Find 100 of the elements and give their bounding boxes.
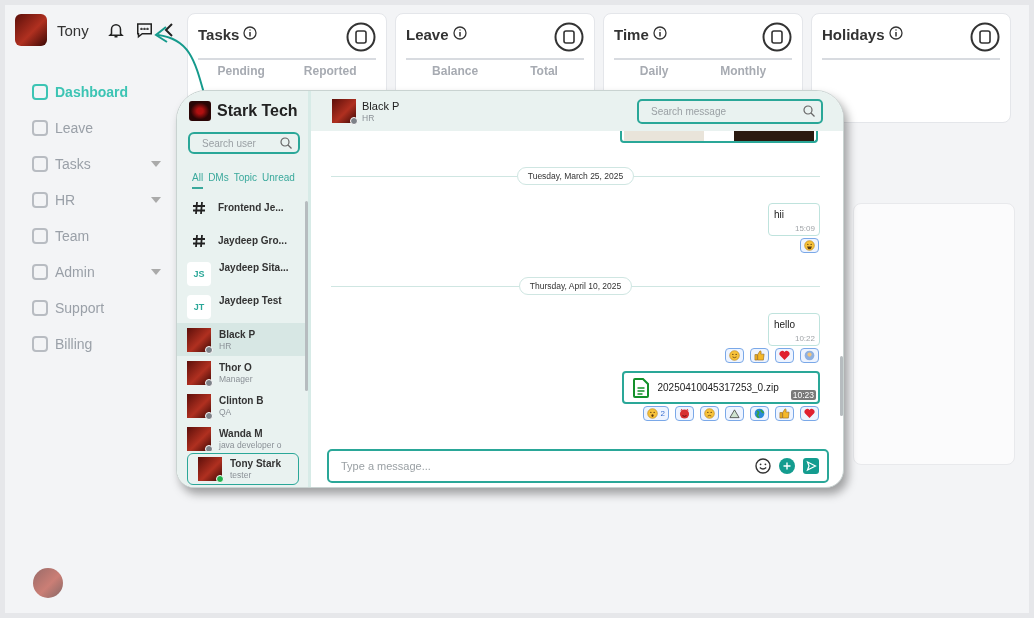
contact-name: Wanda M bbox=[219, 427, 264, 439]
nav-icon bbox=[31, 119, 49, 137]
thumbs-up-icon bbox=[779, 408, 790, 419]
contact-name: Jaydeep Test bbox=[219, 295, 282, 306]
chevron-left-icon[interactable] bbox=[163, 23, 174, 37]
current-user-card[interactable]: Tony Stark tester bbox=[187, 453, 299, 485]
contact-item[interactable]: Black P HR bbox=[177, 323, 305, 356]
conversation-role: HR bbox=[362, 112, 376, 123]
card-icon bbox=[346, 22, 376, 52]
workspace-name: Stark Tech bbox=[217, 102, 298, 120]
contact-role: Manager bbox=[219, 373, 253, 384]
contact-item[interactable]: Clinton B QA bbox=[177, 389, 305, 422]
user-name: Tony bbox=[57, 21, 89, 39]
info-icon[interactable] bbox=[888, 26, 903, 40]
column-label: Monthly bbox=[720, 64, 767, 78]
mountain-icon bbox=[729, 408, 740, 419]
nav-item[interactable]: Team bbox=[31, 223, 161, 249]
message-time: 10:23 bbox=[790, 390, 816, 400]
card-title: Time bbox=[614, 26, 649, 43]
filter-tab[interactable]: Topic bbox=[233, 172, 258, 189]
message-bubble[interactable]: hello 10:22 bbox=[768, 313, 820, 346]
emoji-icon bbox=[704, 408, 715, 419]
nav-item[interactable]: Billing bbox=[31, 331, 161, 357]
contact-item[interactable]: Jaydeep Gro... bbox=[177, 224, 305, 257]
nav-icon bbox=[31, 263, 49, 281]
reaction-chip[interactable] bbox=[775, 348, 794, 363]
bell-icon[interactable] bbox=[106, 21, 125, 39]
info-icon[interactable] bbox=[652, 26, 667, 40]
nav-item[interactable]: Admin bbox=[31, 259, 161, 285]
contact-name: Black P bbox=[219, 328, 256, 340]
nav-item[interactable]: HR bbox=[31, 187, 161, 213]
nav-icon bbox=[31, 191, 49, 209]
avatar-photo bbox=[33, 568, 63, 598]
message-bubble[interactable]: hii 15:09 bbox=[768, 203, 820, 236]
search-field[interactable]: Search message bbox=[637, 98, 823, 124]
heart-icon bbox=[779, 350, 790, 361]
card-title: Tasks bbox=[198, 26, 240, 43]
contact-role: java developer o bbox=[219, 439, 282, 450]
nav-item[interactable]: Tasks bbox=[31, 151, 161, 177]
globe-icon bbox=[754, 408, 765, 419]
send-icon[interactable] bbox=[803, 458, 819, 474]
nav-icon bbox=[31, 83, 49, 101]
reaction-chip[interactable] bbox=[800, 406, 819, 421]
image-message[interactable] bbox=[620, 131, 818, 143]
info-icon[interactable] bbox=[452, 26, 467, 40]
reaction-chip[interactable] bbox=[800, 238, 819, 253]
chat-icon[interactable] bbox=[134, 21, 154, 39]
emoji-icon bbox=[679, 408, 690, 419]
user-role: tester bbox=[230, 470, 253, 480]
card-title: Holidays bbox=[822, 26, 885, 43]
emoji-icon bbox=[646, 408, 658, 419]
message-text: hii bbox=[774, 209, 785, 220]
scrollbar-thumb[interactable] bbox=[305, 201, 308, 391]
thumbs-up-icon bbox=[754, 350, 765, 361]
message-text: hello bbox=[774, 319, 797, 330]
filter-tab[interactable]: Unread bbox=[262, 172, 295, 189]
info-icon[interactable] bbox=[243, 26, 258, 40]
hash-icon bbox=[192, 233, 206, 248]
contact-name: Frontend Je... bbox=[218, 202, 284, 213]
nav-item[interactable]: Leave bbox=[31, 115, 161, 141]
reaction-chip[interactable]: 2 bbox=[642, 406, 669, 421]
contact-item[interactable]: Thor O Manager bbox=[177, 356, 305, 389]
search-icon[interactable] bbox=[280, 137, 292, 149]
card-icon bbox=[554, 22, 584, 52]
contact-role: QA bbox=[219, 406, 233, 417]
emoji-icon bbox=[804, 240, 815, 251]
add-icon[interactable] bbox=[779, 458, 795, 474]
contact-item[interactable]: JT Jaydeep Test bbox=[177, 290, 305, 323]
contact-item[interactable]: JS Jaydeep Sita... bbox=[177, 257, 305, 290]
emoji-icon[interactable] bbox=[755, 458, 771, 474]
reaction-chip[interactable] bbox=[750, 406, 769, 421]
search-field[interactable]: Search user bbox=[188, 132, 300, 154]
conversation-name: Black P bbox=[362, 99, 400, 112]
document-icon bbox=[633, 377, 650, 398]
file-message[interactable]: 20250410045317253_0.zip 10:23 bbox=[622, 371, 820, 404]
message-time: 15:09 bbox=[794, 224, 815, 233]
column-label: Balance bbox=[432, 64, 479, 78]
filter-tab[interactable]: All bbox=[192, 172, 204, 189]
initials-avatar: JS bbox=[187, 261, 211, 286]
contact-item[interactable]: Wanda M java developer o bbox=[177, 422, 305, 451]
scrollbar-thumb[interactable] bbox=[840, 356, 843, 416]
reaction-chip[interactable] bbox=[675, 406, 694, 421]
user-name: Tony Stark bbox=[230, 458, 281, 469]
file-name: 20250410045317253_0.zip bbox=[657, 382, 780, 393]
emoji-icon bbox=[729, 350, 740, 361]
reaction-chip[interactable] bbox=[725, 348, 744, 363]
nav-item[interactable]: Support bbox=[31, 295, 161, 321]
initials-avatar: JT bbox=[187, 294, 211, 319]
logo-image bbox=[189, 101, 211, 121]
reaction-chip[interactable] bbox=[700, 406, 719, 421]
column-label: Reported bbox=[303, 64, 357, 78]
contact-name: Thor O bbox=[219, 361, 253, 373]
filter-tab[interactable]: DMs bbox=[208, 172, 229, 189]
person-icon bbox=[804, 350, 815, 361]
contact-item[interactable]: Frontend Je... bbox=[177, 191, 305, 224]
search-icon[interactable] bbox=[803, 105, 815, 117]
message-input[interactable]: Type a message... bbox=[327, 449, 829, 483]
card-icon bbox=[762, 22, 792, 52]
reaction-chip[interactable] bbox=[725, 406, 744, 421]
contact-name: Jaydeep Sita... bbox=[219, 262, 289, 273]
